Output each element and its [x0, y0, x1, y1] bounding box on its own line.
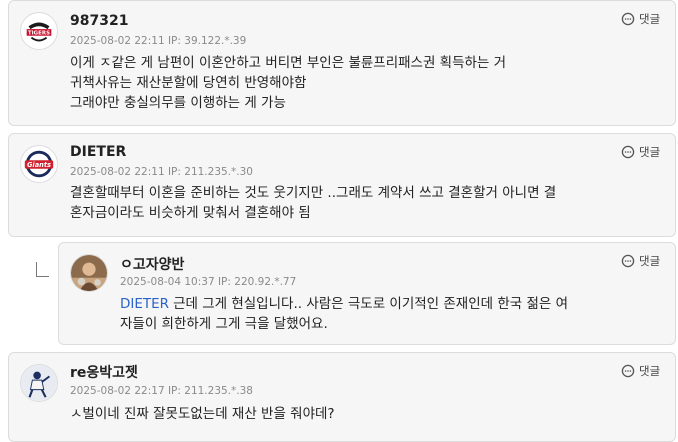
giants-logo-icon: Giants — [21, 146, 57, 182]
tigers-logo-icon: TIGERS — [21, 13, 57, 49]
reply-card: ㅇ고자양반 2025-08-04 10:37 IP: 220.92.*.77 D… — [58, 242, 676, 345]
speech-bubble-icon — [621, 364, 635, 378]
comment-meta: 2025-08-04 10:37 IP: 220.92.*.77 — [120, 276, 297, 288]
avatar-tigers-logo: TIGERS — [20, 12, 58, 50]
reply-label: 댓글 — [639, 12, 661, 26]
tigers-logo-text: TIGERS — [28, 30, 50, 36]
comment-nickname[interactable]: DIETER — [70, 144, 126, 160]
comment-card: re옹박고젯 2025-08-02 22:17 IP: 211.235.*.38… — [8, 352, 676, 442]
comment-card: Giants DIETER 2025-08-02 22:11 IP: 211.2… — [8, 133, 676, 237]
comment-body: DIETER 근데 그게 현실입니다.. 사람은 극도로 이기적인 존재인데 한국… — [120, 294, 568, 334]
comment-line: 혼자금이라도 비슷하게 맞춰서 결혼해야 됨 — [70, 205, 311, 221]
comment-body: 결혼할때부터 이혼을 준비하는 것도 웃기지만 ..그래도 계약서 쓰고 결혼할… — [70, 183, 556, 223]
speech-bubble-icon — [621, 145, 635, 159]
comment-meta: 2025-08-02 22:11 IP: 39.122.*.39 — [70, 35, 247, 47]
speech-bubble-icon — [621, 12, 635, 26]
comment-line: 자들이 희한하게 그게 극을 달했어요. — [120, 316, 328, 332]
comment-line: 그래야만 충실의무를 이행하는 게 가능 — [70, 95, 286, 111]
speech-bubble-icon — [621, 254, 635, 268]
comment-nickname[interactable]: 987321 — [70, 13, 128, 29]
comment-nickname[interactable]: ㅇ고자양반 — [120, 254, 184, 274]
reply-button[interactable]: 댓글 — [621, 253, 660, 269]
comment-line: 결혼할때부터 이혼을 준비하는 것도 웃기지만 ..그래도 계약서 쓰고 결혼할… — [70, 185, 557, 201]
comment-line-text: 근데 그게 현실입니다.. 사람은 극도로 이기적인 존재인데 한국 젊은 여 — [173, 296, 569, 312]
comment-line: DIETER 근데 그게 현실입니다.. 사람은 극도로 이기적인 존재인데 한국… — [120, 294, 568, 314]
reply-label: 댓글 — [639, 364, 661, 378]
reply-label: 댓글 — [639, 254, 661, 268]
reply-button[interactable]: 댓글 — [621, 144, 660, 160]
reply-label: 댓글 — [639, 145, 661, 159]
avatar-giants-logo: Giants — [20, 145, 58, 183]
comment-meta: 2025-08-02 22:11 IP: 211.235.*.30 — [70, 166, 253, 178]
comment-body: 이게 ㅈ같은 게 남편이 이혼안하고 버티면 부인은 불륜프리패스권 획득하는 … — [70, 53, 506, 113]
user-photo-icon — [71, 255, 107, 291]
nested-reply-indicator — [36, 262, 49, 277]
giants-logo-text: Giants — [27, 161, 51, 169]
comment-body: ㅅ벌이네 진짜 잘못도없는데 재산 반을 줘야데? — [70, 404, 335, 424]
mention-link[interactable]: DIETER — [120, 296, 169, 312]
reply-button[interactable]: 댓글 — [621, 363, 660, 379]
player-photo-icon — [21, 365, 57, 401]
comment-nickname[interactable]: re옹박고젯 — [70, 362, 138, 382]
comment-line: 이게 ㅈ같은 게 남편이 이혼안하고 버티면 부인은 불륜프리패스권 획득하는 … — [70, 55, 507, 71]
comment-meta: 2025-08-02 22:17 IP: 211.235.*.38 — [70, 385, 253, 397]
comment-line: 귀책사유는 재산분할에 당연히 반영해야함 — [70, 75, 307, 91]
comment-card: TIGERS 987321 2025-08-02 22:11 IP: 39.12… — [8, 0, 676, 126]
avatar-user-photo — [70, 254, 108, 292]
comment-line: ㅅ벌이네 진짜 잘못도없는데 재산 반을 줘야데? — [70, 406, 335, 422]
reply-button[interactable]: 댓글 — [621, 11, 660, 27]
avatar-player-photo — [20, 364, 58, 402]
